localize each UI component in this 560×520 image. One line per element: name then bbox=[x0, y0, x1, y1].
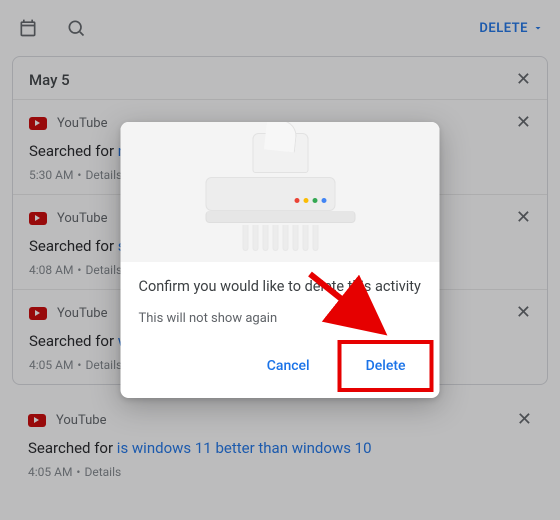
dialog-message: This will not show again bbox=[139, 311, 422, 326]
annotation-highlight: Delete bbox=[338, 340, 434, 392]
confirm-dialog: Confirm you would like to delete this ac… bbox=[121, 122, 440, 398]
shredder-icon bbox=[205, 133, 355, 251]
dialog-title: Confirm you would like to delete this ac… bbox=[139, 278, 422, 295]
dialog-illustration bbox=[121, 122, 440, 262]
delete-button[interactable]: Delete bbox=[358, 352, 414, 380]
cancel-button[interactable]: Cancel bbox=[259, 352, 318, 380]
